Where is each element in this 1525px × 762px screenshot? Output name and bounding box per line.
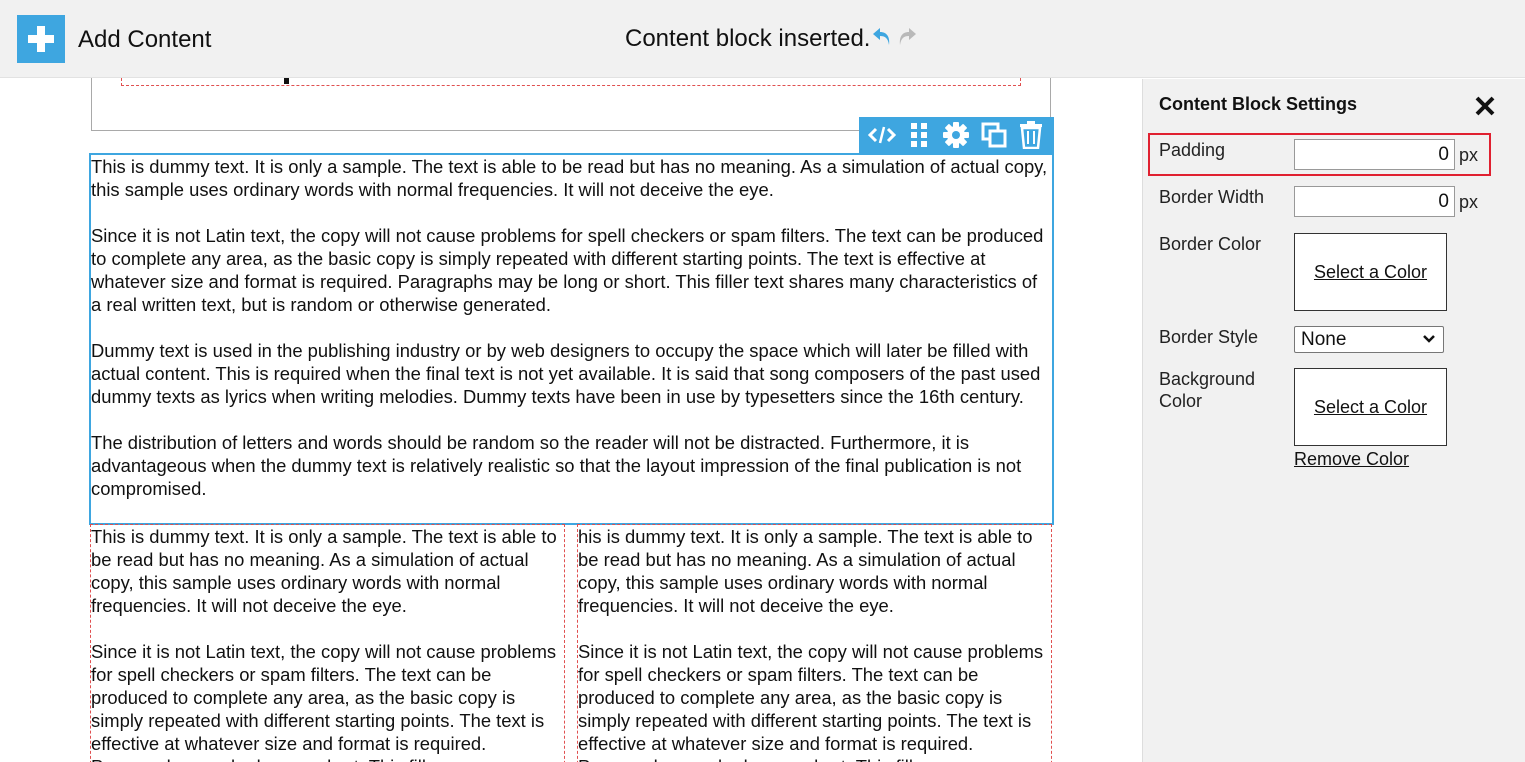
paragraph: his is dummy text. It is only a sample. … (578, 526, 1033, 616)
remove-color-link[interactable]: Remove Color (1294, 449, 1409, 470)
chevron-down-icon (1423, 335, 1435, 343)
background-color-picker[interactable]: Select a Color (1294, 368, 1447, 446)
close-icon[interactable] (1474, 95, 1496, 117)
border-style-value: None (1301, 329, 1347, 350)
padding-unit: px (1459, 145, 1479, 165)
paragraph: This is dummy text. It is only a sample.… (91, 156, 1048, 200)
column-left[interactable]: This is dummy text. It is only a sample.… (90, 524, 565, 762)
background-color-label: Background Color (1159, 369, 1256, 411)
border-color-label: Border Color (1159, 234, 1262, 254)
paragraph: The distribution of letters and words sh… (91, 432, 1022, 499)
border-width-label: Border Width (1159, 187, 1265, 207)
add-content-label[interactable]: Add Content (78, 26, 211, 54)
undo-icon[interactable] (871, 25, 893, 47)
previous-block-glyph (284, 78, 289, 84)
select-color-text: Select a Color (1313, 396, 1428, 417)
status-message: Content block inserted. (625, 25, 871, 52)
padding-input[interactable] (1294, 139, 1455, 170)
top-toolbar: Add Content Content block inserted. (0, 0, 1525, 78)
trash-icon[interactable] (1016, 120, 1046, 150)
border-width-input[interactable] (1294, 186, 1455, 217)
duplicate-icon[interactable] (979, 120, 1009, 150)
block-toolbar (859, 117, 1054, 153)
border-style-select[interactable]: None (1294, 326, 1444, 353)
padding-label: Padding (1159, 140, 1226, 160)
paragraph: Since it is not Latin text, the copy wil… (578, 641, 1044, 762)
border-width-unit: px (1459, 192, 1479, 212)
content-block-text[interactable]: This is dummy text. It is only a sample.… (91, 155, 1052, 523)
panel-title: Content Block Settings (1159, 94, 1358, 114)
drag-handle-icon[interactable] (904, 120, 934, 150)
paragraph: Since it is not Latin text, the copy wil… (91, 641, 557, 762)
paragraph: Dummy text is used in the publishing ind… (91, 340, 1041, 407)
select-color-text: Select a Color (1313, 261, 1428, 282)
redo-icon[interactable] (896, 25, 918, 47)
column-right[interactable]: his is dummy text. It is only a sample. … (577, 524, 1052, 762)
previous-block-guide (121, 78, 1021, 86)
border-color-picker[interactable]: Select a Color (1294, 233, 1447, 311)
add-content-button[interactable] (17, 15, 65, 63)
plus-icon (28, 26, 54, 52)
gear-icon[interactable] (941, 120, 971, 150)
paragraph: This is dummy text. It is only a sample.… (91, 526, 557, 616)
border-style-label: Border Style (1159, 327, 1259, 347)
paragraph: Since it is not Latin text, the copy wil… (91, 225, 1044, 315)
code-icon[interactable] (867, 120, 897, 150)
